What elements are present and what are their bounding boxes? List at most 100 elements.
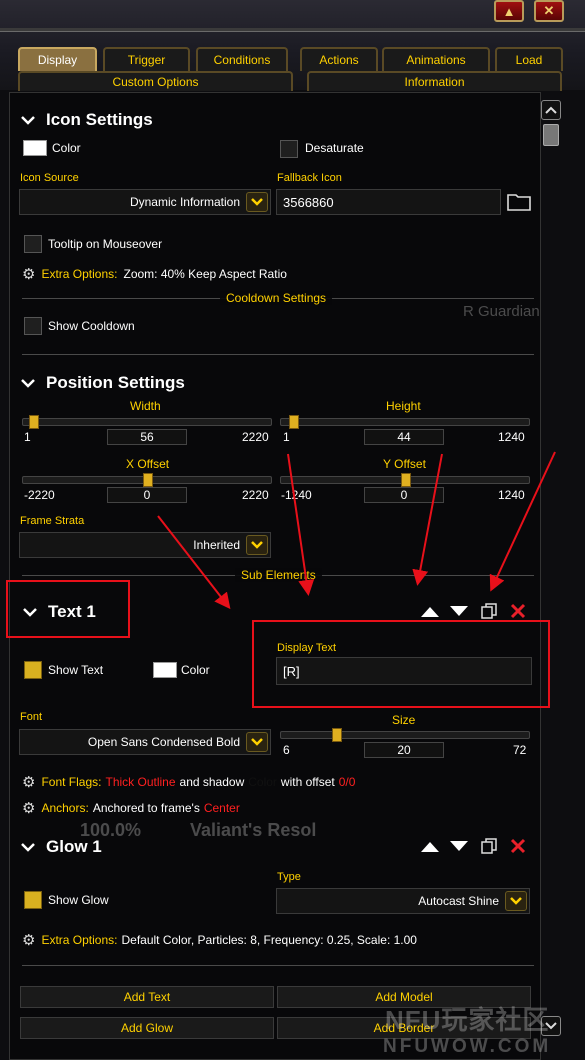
fallback-icon-input[interactable]: 3566860 — [276, 189, 501, 215]
height-slider-thumb[interactable] — [289, 415, 299, 429]
tab-conditions[interactable]: Conditions — [196, 47, 288, 71]
dropdown-button[interactable] — [246, 192, 268, 212]
show-glow-label: Show Glow — [48, 893, 109, 907]
annotation-box-text1 — [6, 580, 130, 638]
anchors-key: Anchors: — [41, 801, 89, 815]
size-min: 6 — [283, 743, 290, 757]
anchors-row[interactable]: ⚙ Anchors: Anchored to frame's Center — [22, 799, 240, 817]
dropdown-button[interactable] — [505, 891, 527, 911]
add-glow-button[interactable]: Add Glow — [20, 1017, 274, 1039]
scroll-up-button[interactable] — [541, 100, 561, 120]
duplicate-icon[interactable] — [480, 837, 498, 855]
icon-source-label: Icon Source — [20, 172, 79, 184]
height-max: 1240 — [498, 430, 525, 444]
show-glow-checkbox[interactable] — [24, 891, 42, 909]
add-text-label: Add Text — [123, 990, 171, 1004]
glow1-header[interactable]: Glow 1 — [20, 837, 102, 857]
tab-trigger[interactable]: Trigger — [103, 47, 190, 71]
height-value-input[interactable]: 44 — [364, 429, 444, 445]
scrollbar[interactable] — [541, 100, 561, 1040]
glow-extra-options-row[interactable]: ⚙ Extra Options: Default Color, Particle… — [22, 931, 417, 949]
chevron-down-icon — [510, 897, 522, 905]
extra-options-row[interactable]: ⚙ Extra Options: Zoom: 40% Keep Aspect R… — [22, 265, 287, 283]
move-down-icon[interactable] — [449, 839, 469, 853]
sub-elements-title: Sub Elements — [235, 568, 322, 582]
tab-information[interactable]: Information — [307, 71, 562, 91]
tab-animations-label: Animations — [406, 53, 466, 67]
font-flags-row[interactable]: ⚙ Font Flags: Thick Outline and shadow C… — [22, 773, 355, 791]
x-offset-value-input[interactable]: 0 — [107, 487, 187, 503]
font-flags-and-shadow: and shadow — [179, 775, 245, 789]
scroll-thumb[interactable] — [543, 124, 559, 146]
tooltip-checkbox[interactable] — [24, 235, 42, 253]
close-window-button[interactable]: ✕ — [534, 0, 564, 22]
size-slider-thumb[interactable] — [332, 728, 342, 742]
x-offset-slider[interactable] — [22, 473, 272, 487]
size-value-input[interactable]: 20 — [364, 742, 444, 758]
dropdown-button[interactable] — [246, 732, 268, 752]
x-offset-max: 2220 — [242, 488, 269, 502]
icon-settings-header[interactable]: Icon Settings — [20, 110, 153, 130]
minimize-button[interactable]: ▲ — [494, 0, 524, 22]
width-value-input[interactable]: 56 — [107, 429, 187, 445]
width-max: 2220 — [242, 430, 269, 444]
frame-strata-label: Frame Strata — [20, 515, 85, 527]
text-color-swatch[interactable] — [153, 662, 177, 678]
glow-type-dropdown[interactable]: Autocast Shine — [276, 888, 530, 914]
watermark-url: NFUWOW.COM — [383, 1036, 552, 1057]
delete-icon[interactable] — [510, 603, 526, 619]
delete-icon[interactable] — [510, 838, 526, 854]
move-down-icon[interactable] — [449, 604, 469, 618]
move-up-icon[interactable] — [420, 839, 440, 853]
font-value: Open Sans Condensed Bold — [87, 735, 240, 749]
glow-type-value: Autocast Shine — [418, 894, 499, 908]
width-slider-thumb[interactable] — [29, 415, 39, 429]
extra-options-value: Zoom: 40% Keep Aspect Ratio — [123, 267, 287, 281]
size-slider[interactable] — [280, 728, 530, 742]
width-min: 1 — [24, 430, 31, 444]
extra-options-key: Extra Options: — [41, 267, 118, 281]
width-slider[interactable] — [22, 415, 272, 429]
tab-display[interactable]: Display — [18, 47, 97, 71]
y-offset-slider-thumb[interactable] — [401, 473, 411, 487]
tab-custom-options[interactable]: Custom Options — [18, 71, 293, 91]
font-dropdown[interactable]: Open Sans Condensed Bold — [19, 729, 271, 755]
y-offset-slider[interactable] — [280, 473, 530, 487]
gear-icon: ⚙ — [22, 774, 36, 791]
tab-actions-label: Actions — [319, 53, 359, 67]
chevron-down-icon — [251, 198, 263, 206]
show-text-checkbox[interactable] — [24, 661, 42, 679]
folder-icon[interactable] — [507, 193, 531, 211]
height-min: 1 — [283, 430, 290, 444]
tab-actions[interactable]: Actions — [300, 47, 378, 71]
font-flags-color: Color — [248, 775, 277, 789]
close-icon: ✕ — [543, 3, 555, 18]
height-slider[interactable] — [280, 415, 530, 429]
tab-animations[interactable]: Animations — [382, 47, 490, 71]
chevron-up-icon — [545, 106, 557, 114]
desaturate-label: Desaturate — [305, 141, 364, 155]
move-up-icon[interactable] — [420, 604, 440, 618]
y-offset-value-input[interactable]: 0 — [364, 487, 444, 503]
tab-load[interactable]: Load — [495, 47, 563, 71]
font-flags-with-offset: with offset — [280, 775, 335, 789]
divider — [22, 965, 534, 966]
font-flags-offset: 0/0 — [338, 775, 356, 789]
tab-information-label: Information — [404, 75, 465, 89]
y-offset-label: Y Offset — [383, 457, 426, 471]
tooltip-label: Tooltip on Mouseover — [48, 237, 163, 251]
gear-icon: ⚙ — [22, 800, 36, 817]
add-glow-label: Add Glow — [120, 1021, 174, 1035]
icon-source-dropdown[interactable]: Dynamic Information — [19, 189, 271, 215]
divider — [22, 354, 534, 355]
position-settings-header[interactable]: Position Settings — [20, 373, 185, 393]
duplicate-icon[interactable] — [480, 602, 498, 620]
show-cooldown-checkbox[interactable] — [24, 317, 42, 335]
frame-strata-dropdown[interactable]: Inherited — [19, 532, 271, 558]
icon-color-swatch[interactable] — [23, 140, 47, 156]
fallback-icon-label: Fallback Icon — [277, 172, 342, 184]
desaturate-checkbox[interactable] — [280, 140, 298, 158]
add-text-button[interactable]: Add Text — [20, 986, 274, 1008]
dropdown-button[interactable] — [246, 535, 268, 555]
x-offset-slider-thumb[interactable] — [143, 473, 153, 487]
